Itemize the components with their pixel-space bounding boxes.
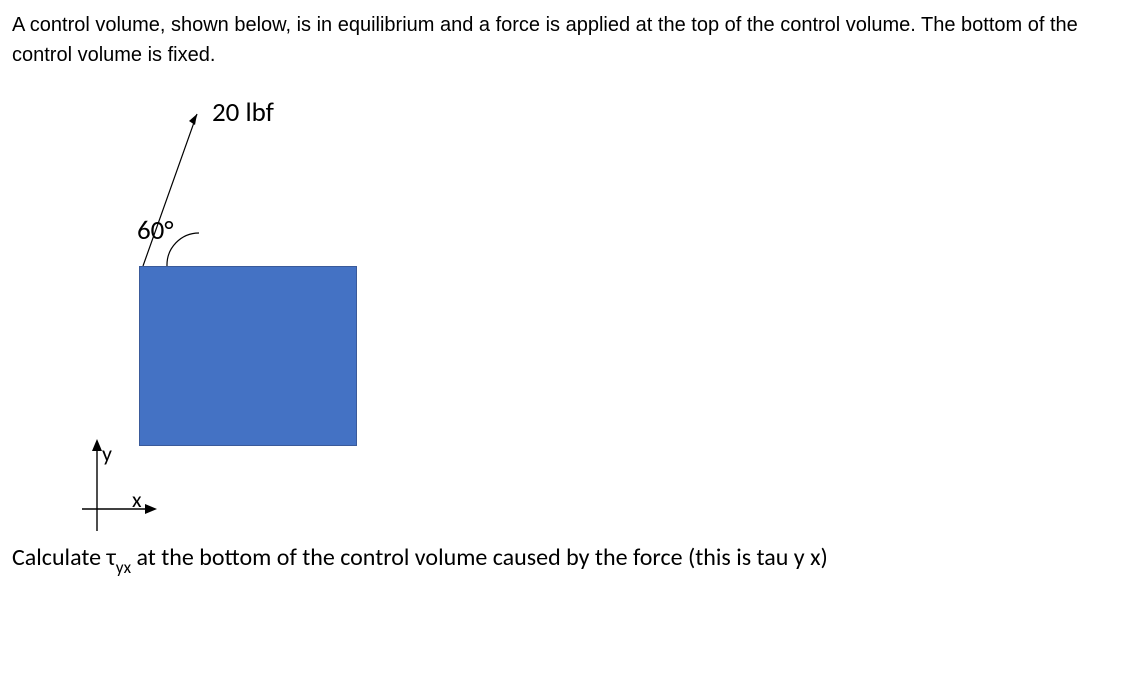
question-part2: at the bottom of the control volume caus… <box>131 543 828 572</box>
force-label: 20 lbf <box>212 96 274 129</box>
figure: 20 lbf 60° y x <box>12 96 432 536</box>
question-part1: Calculate <box>12 543 107 572</box>
question-text: Calculate τyx at the bottom of the contr… <box>12 542 1120 577</box>
control-volume-box <box>139 266 357 446</box>
problem-statement: A control volume, shown below, is in equ… <box>12 10 1120 70</box>
tau-subscript: yx <box>116 557 131 578</box>
y-axis-label: y <box>102 440 112 467</box>
x-axis-label: x <box>132 486 142 513</box>
angle-label: 60° <box>137 214 174 247</box>
tau-symbol: τ <box>107 543 116 572</box>
